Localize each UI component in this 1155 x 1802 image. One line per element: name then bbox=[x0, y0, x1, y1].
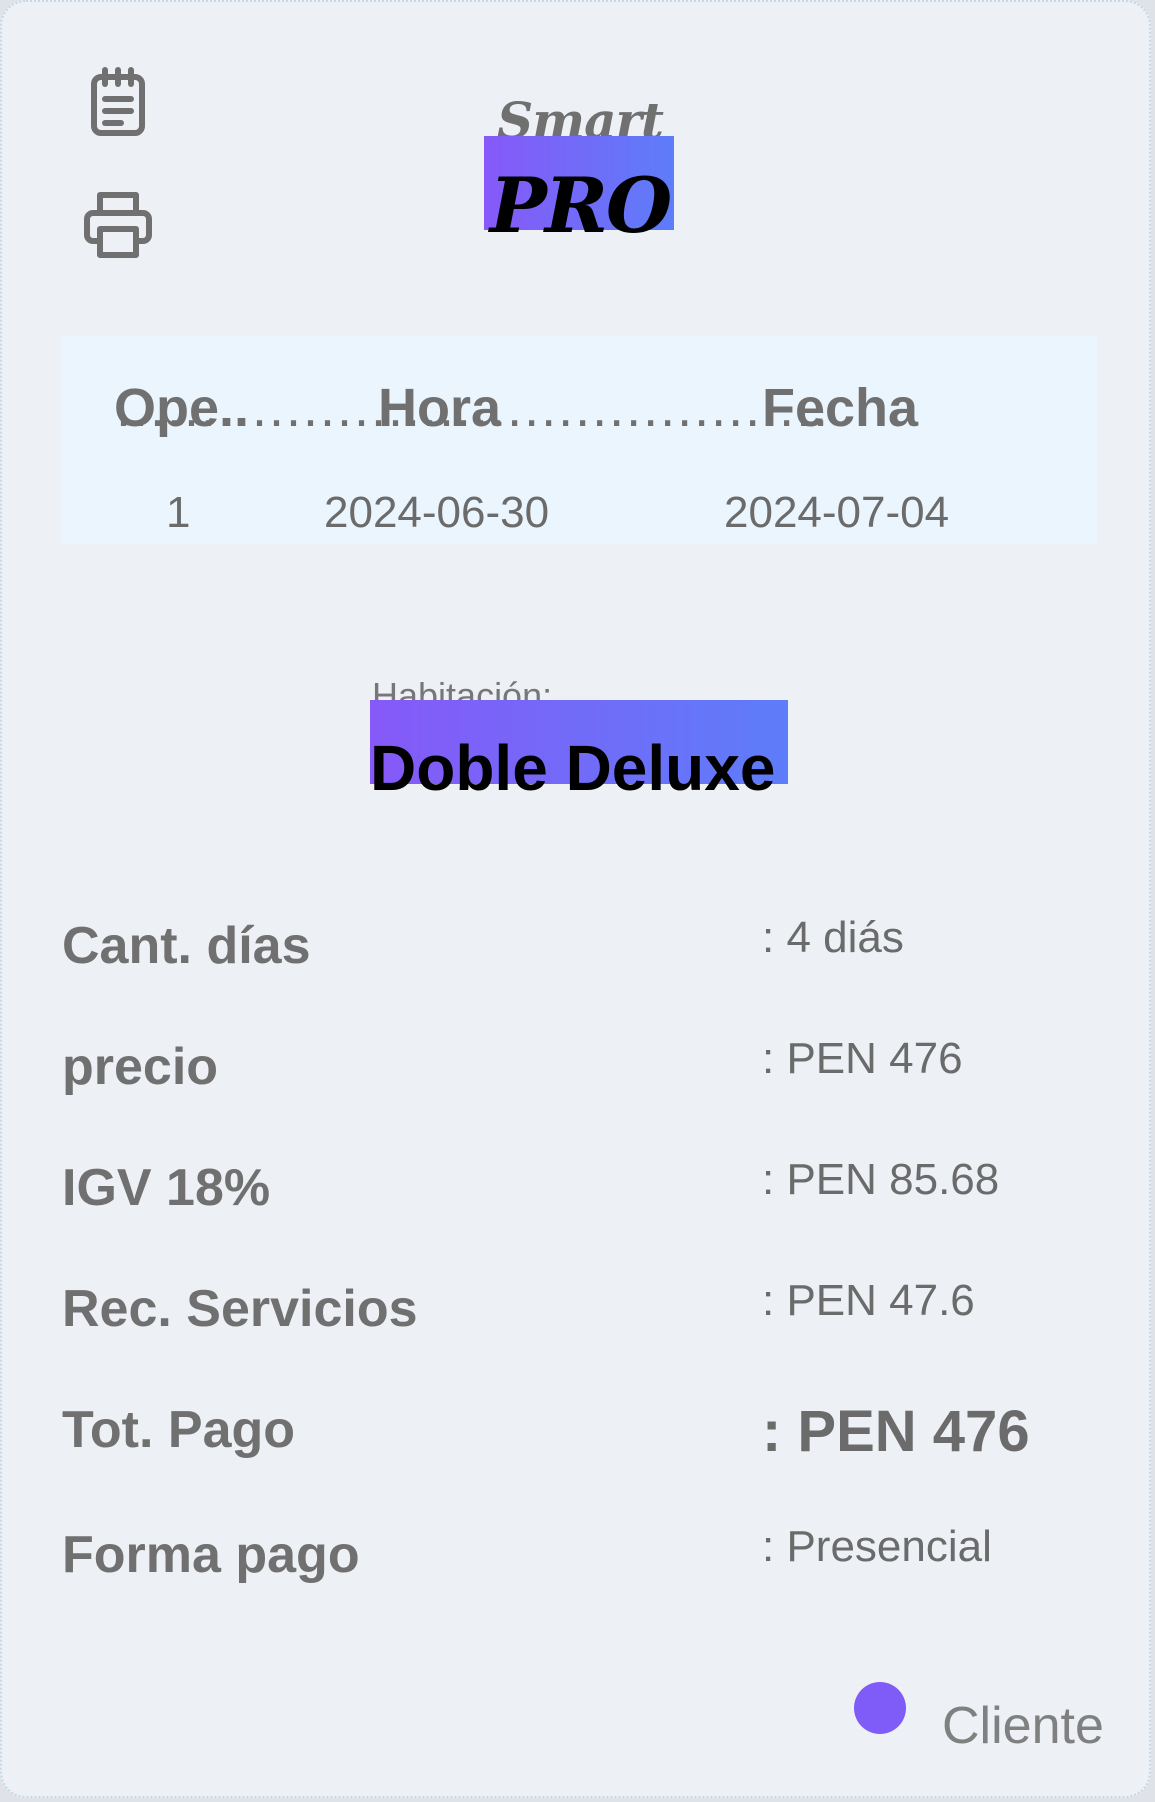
detail-row-price: precio : PEN 476 bbox=[62, 1034, 1102, 1107]
detail-row-days: Cant. días : 4 diás bbox=[62, 913, 1102, 986]
cell-hora: 2024-06-30 bbox=[324, 488, 550, 537]
printer-icon bbox=[84, 192, 152, 258]
header-operation: Ope.. bbox=[114, 378, 250, 438]
brand-logo: Smart PRO bbox=[482, 94, 678, 254]
detail-row-total: Tot. Pago : PEN 476 bbox=[62, 1400, 1102, 1470]
notes-button[interactable] bbox=[78, 62, 158, 142]
detail-row-services: Rec. Servicios : PEN 47.6 bbox=[62, 1276, 1102, 1349]
detail-label: Forma pago bbox=[62, 1526, 360, 1584]
detail-row-payment: Forma pago : Presencial bbox=[62, 1522, 1102, 1595]
client-label: Cliente bbox=[942, 1697, 1104, 1755]
logo-bottom-text: PRO bbox=[489, 161, 673, 250]
detail-value: : Presencial bbox=[762, 1522, 992, 1571]
detail-value: : PEN 85.68 bbox=[762, 1155, 1000, 1204]
detail-label: Rec. Servicios bbox=[62, 1280, 418, 1338]
detail-value: : 4 diás bbox=[762, 913, 904, 962]
client-indicator-dot bbox=[854, 1682, 906, 1734]
detail-label: precio bbox=[62, 1038, 219, 1096]
detail-label: Cant. días bbox=[62, 917, 311, 975]
operations-table: ........................................… bbox=[62, 336, 1097, 544]
total-value: : PEN 476 bbox=[762, 1399, 1030, 1464]
operations-header: ........................................… bbox=[62, 378, 1097, 448]
cell-operation: 1 bbox=[166, 488, 191, 537]
notepad-icon bbox=[91, 67, 145, 136]
client-toggle[interactable]: Cliente bbox=[852, 1678, 1104, 1758]
room-section: Habitación: Doble Deluxe bbox=[370, 670, 790, 810]
detail-label: IGV 18% bbox=[62, 1159, 271, 1217]
detail-row-igv: IGV 18% : PEN 85.68 bbox=[62, 1155, 1102, 1228]
room-name: Doble Deluxe bbox=[370, 732, 776, 804]
print-button[interactable] bbox=[78, 184, 158, 264]
detail-label: Tot. Pago bbox=[62, 1401, 296, 1459]
detail-value: : PEN 476 bbox=[762, 1034, 963, 1083]
detail-value: : PEN 47.6 bbox=[762, 1276, 975, 1325]
receipt-card: Smart PRO ..............................… bbox=[0, 0, 1151, 1798]
header-fecha: Fecha bbox=[762, 378, 919, 438]
cell-fecha: 2024-07-04 bbox=[724, 488, 950, 537]
header-hora: Hora bbox=[378, 378, 502, 438]
